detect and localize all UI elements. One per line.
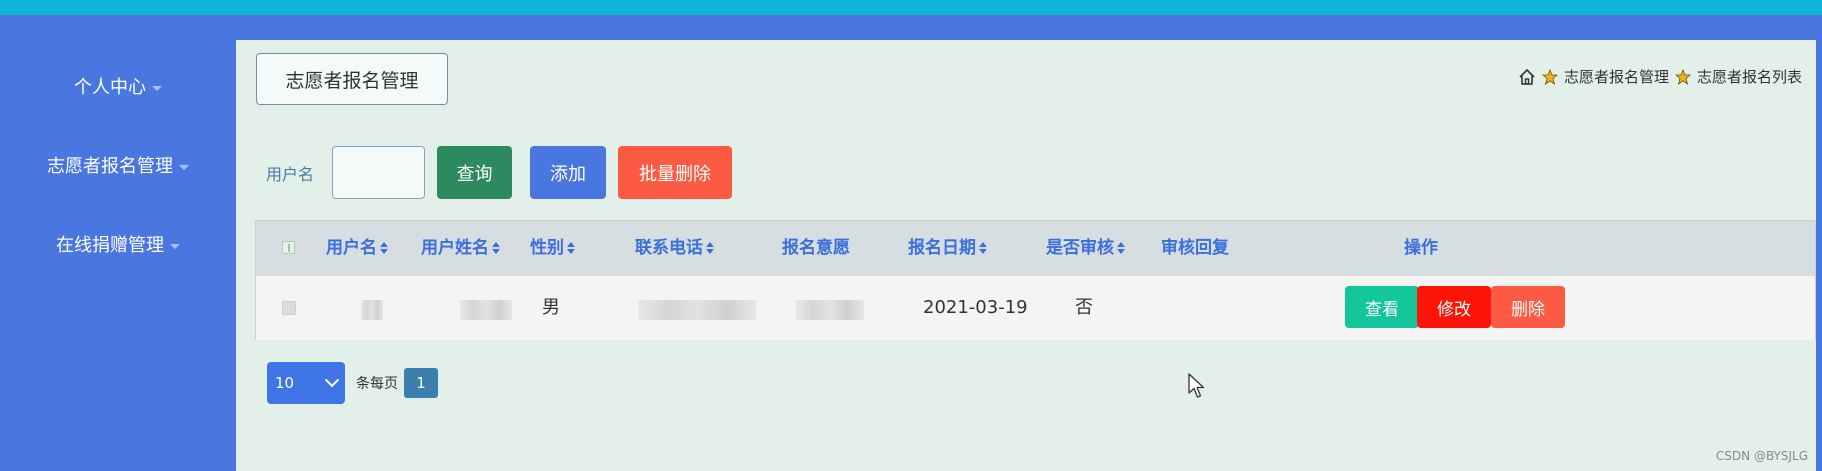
column-header-actions: 操作 (1404, 238, 1438, 258)
data-table: 用户名 用户姓名 性别 联系电话 报名意愿 报名日期 是否审核 审核回复 操作 … (255, 220, 1816, 340)
caret-down-icon (179, 164, 189, 170)
redacted-intention (796, 300, 864, 320)
column-header-reply: 审核回复 (1161, 238, 1229, 258)
column-header-fullname[interactable]: 用户姓名 (421, 221, 500, 276)
sidebar-item-online-donation[interactable]: 在线捐赠管理 (0, 231, 236, 257)
sidebar-item-personal-center[interactable]: 个人中心 (0, 73, 236, 99)
redacted-username (361, 300, 383, 320)
star-icon (1674, 68, 1691, 85)
edit-button[interactable]: 修改 (1417, 286, 1491, 328)
date-cell: 2021-03-19 (923, 297, 1028, 318)
sort-icon (1117, 242, 1125, 254)
chevron-down-icon (324, 373, 340, 388)
right-edge-strip (1816, 40, 1822, 471)
add-button[interactable]: 添加 (530, 146, 607, 199)
main-content: 志愿者报名管理 志愿者报名管理 志愿者报名列表 用户名 查询 添加 批量删除 用… (236, 40, 1822, 471)
column-header-username[interactable]: 用户名 (326, 221, 388, 276)
sidebar-item-label: 个人中心 (74, 77, 146, 98)
redacted-fullname (460, 300, 512, 320)
audited-cell: 否 (1075, 297, 1093, 318)
breadcrumb: 志愿者报名管理 志愿者报名列表 (1518, 66, 1802, 87)
home-icon[interactable] (1518, 68, 1536, 86)
username-search-input[interactable] (332, 146, 426, 199)
column-header-gender[interactable]: 性别 (530, 221, 575, 276)
column-header-date[interactable]: 报名日期 (908, 221, 987, 276)
redacted-phone (638, 300, 756, 320)
batch-delete-button[interactable]: 批量删除 (618, 146, 733, 199)
sort-icon (380, 242, 388, 254)
caret-down-icon (170, 243, 180, 249)
caret-down-icon (152, 85, 162, 91)
page-size-value: 10 (275, 374, 295, 392)
sidebar-item-volunteer-registration[interactable]: 志愿者报名管理 (0, 152, 236, 178)
table-header: 用户名 用户姓名 性别 联系电话 报名意愿 报名日期 是否审核 审核回复 操作 (256, 221, 1815, 276)
sort-icon (492, 242, 500, 254)
sidebar-item-label: 在线捐赠管理 (56, 235, 164, 256)
per-page-label: 条每页 (356, 376, 398, 392)
sort-icon (567, 242, 575, 254)
star-icon (1541, 68, 1558, 85)
query-button[interactable]: 查询 (437, 146, 513, 199)
column-header-intention: 报名意愿 (782, 238, 850, 258)
view-button[interactable]: 查看 (1345, 286, 1419, 328)
search-bar: 用户名 查询 添加 批量删除 (266, 146, 733, 199)
delete-button[interactable]: 删除 (1491, 286, 1565, 328)
sidebar: 个人中心 志愿者报名管理 在线捐赠管理 (0, 40, 236, 471)
column-header-phone[interactable]: 联系电话 (635, 221, 714, 276)
breadcrumb-item[interactable]: 志愿者报名管理 (1564, 66, 1669, 87)
pagination: 10 条每页 1 (267, 362, 438, 404)
watermark: CSDN @BYSJLG (1715, 449, 1808, 463)
page-title-button[interactable]: 志愿者报名管理 (256, 53, 448, 105)
gender-cell: 男 (542, 297, 560, 318)
sidebar-item-label: 志愿者报名管理 (47, 156, 173, 177)
page-number-button[interactable]: 1 (404, 368, 438, 398)
page-size-select[interactable]: 10 (267, 362, 345, 404)
row-checkbox[interactable] (282, 301, 296, 315)
top-accent-strip (0, 0, 1822, 15)
breadcrumb-item: 志愿者报名列表 (1696, 68, 1802, 86)
sort-icon (979, 242, 987, 254)
table-row: 男 2021-03-19 否 查看 修改 删除 (256, 276, 1815, 340)
column-header-audited[interactable]: 是否审核 (1046, 221, 1125, 276)
username-label: 用户名 (266, 164, 315, 184)
mouse-cursor-icon (1188, 373, 1206, 403)
sort-icon (706, 242, 714, 254)
select-all-checkbox[interactable] (282, 241, 295, 254)
